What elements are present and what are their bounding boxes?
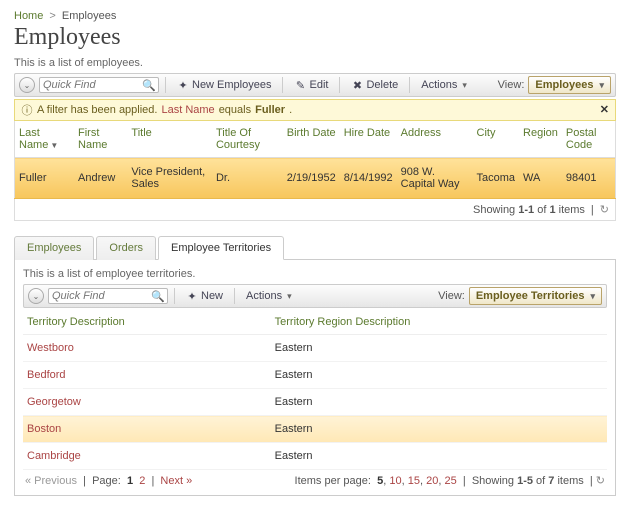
close-icon[interactable]: ✕ xyxy=(600,103,609,116)
pager-next[interactable]: Next » xyxy=(160,475,192,487)
territory-link[interactable]: Westboro xyxy=(23,335,271,362)
ipp-link[interactable]: 25 xyxy=(444,475,456,487)
column-header[interactable]: Hire Date xyxy=(340,121,397,158)
refresh-icon[interactable] xyxy=(600,203,609,216)
tab-employee-territories[interactable]: Employee Territories xyxy=(158,236,284,260)
territory-link[interactable]: Boston xyxy=(23,416,271,443)
column-header[interactable]: Territory Region Description xyxy=(271,310,607,335)
filter-icon: ▼ xyxy=(50,141,58,150)
column-header[interactable]: Postal Code xyxy=(562,121,616,158)
employees-grid: Last Name▼First NameTitleTitle Of Courte… xyxy=(14,121,616,199)
page-description: This is a list of employees. xyxy=(14,57,616,69)
quick-find[interactable]: 🔍 xyxy=(39,77,159,93)
pager-prev: « Previous xyxy=(25,475,77,487)
new-icon: ✦ xyxy=(186,290,198,302)
territory-link[interactable]: Georgetow xyxy=(23,389,271,416)
column-header[interactable]: Title Of Courtesy xyxy=(212,121,283,158)
territory-link[interactable]: Cambridge xyxy=(23,443,271,470)
territories-panel: This is a list of employee territories. … xyxy=(14,260,616,496)
column-header[interactable]: Birth Date xyxy=(283,121,340,158)
column-header[interactable]: Region xyxy=(519,121,562,158)
table-row[interactable]: FullerAndrewVice President, SalesDr.2/19… xyxy=(15,158,616,199)
delete-button[interactable]: ✖ Delete xyxy=(346,77,403,93)
breadcrumb: Home > Employees xyxy=(14,10,616,22)
filter-notice: ⓘ A filter has been applied. Last Name e… xyxy=(14,99,616,121)
table-row[interactable]: WestboroEastern xyxy=(23,335,607,362)
column-header[interactable]: Address xyxy=(397,121,473,158)
edit-button-label: Edit xyxy=(309,79,328,91)
info-icon: ⓘ xyxy=(21,104,33,116)
breadcrumb-home[interactable]: Home xyxy=(14,10,43,22)
edit-button[interactable]: ✎ Edit xyxy=(289,77,333,93)
ipp-link[interactable]: 20 xyxy=(426,475,438,487)
page-title: Employees xyxy=(14,24,616,51)
territory-link[interactable]: Bedford xyxy=(23,362,271,389)
table-row[interactable]: GeorgetowEastern xyxy=(23,389,607,416)
column-header[interactable]: Last Name▼ xyxy=(15,121,75,158)
edit-icon: ✎ xyxy=(294,79,306,91)
page-link: 1 xyxy=(127,475,133,487)
search-icon[interactable]: 🔍 xyxy=(143,79,155,91)
expand-icon[interactable]: ⌄ xyxy=(28,288,44,304)
filter-field: Last Name xyxy=(161,104,214,116)
filter-op: equals xyxy=(219,104,251,116)
new-button-label: New Employees xyxy=(192,79,271,91)
ipp-link[interactable]: 15 xyxy=(408,475,420,487)
territories-pager: « Previous | Page: 1 2 | Next » Items pe… xyxy=(23,470,607,487)
sub-quick-find[interactable]: 🔍 xyxy=(48,288,168,304)
table-row[interactable]: CambridgeEastern xyxy=(23,443,607,470)
refresh-icon[interactable] xyxy=(596,475,605,487)
delete-icon: ✖ xyxy=(351,79,363,91)
ipp-link[interactable]: 10 xyxy=(389,475,401,487)
filter-value: Fuller xyxy=(255,104,285,116)
sub-actions-label: Actions xyxy=(246,290,282,302)
filter-prefix: A filter has been applied. xyxy=(37,104,157,116)
sub-new-label: New xyxy=(201,290,223,302)
detail-tabs: Employees Orders Employee Territories xyxy=(14,235,616,260)
column-header[interactable]: Title xyxy=(127,121,212,158)
territories-grid: Territory DescriptionTerritory Region De… xyxy=(23,310,607,470)
sub-quick-find-input[interactable] xyxy=(52,290,142,302)
sub-view-select[interactable]: Employee Territories xyxy=(469,287,602,305)
view-value: Employees xyxy=(535,79,593,91)
sub-new-button[interactable]: ✦ New xyxy=(181,288,228,304)
breadcrumb-current: Employees xyxy=(62,10,116,22)
sub-description: This is a list of employee territories. xyxy=(23,268,607,280)
new-icon: ✦ xyxy=(177,79,189,91)
tab-employees[interactable]: Employees xyxy=(14,236,94,260)
search-icon[interactable]: 🔍 xyxy=(152,290,164,302)
delete-button-label: Delete xyxy=(366,79,398,91)
ipp-link: 5 xyxy=(377,475,383,487)
sub-view-value: Employee Territories xyxy=(476,290,585,302)
column-header[interactable]: City xyxy=(473,121,520,158)
page-link[interactable]: 2 xyxy=(139,475,145,487)
sub-actions-menu[interactable]: Actions xyxy=(241,288,297,304)
column-header[interactable]: Territory Description xyxy=(23,310,271,335)
table-row[interactable]: BedfordEastern xyxy=(23,362,607,389)
quick-find-input[interactable] xyxy=(43,79,133,91)
employees-pager: Showing 1-1 of 1 items | xyxy=(14,199,616,221)
sub-toolbar: ⌄ 🔍 ✦ New Actions View: Employee Territo… xyxy=(23,284,607,308)
new-button[interactable]: ✦ New Employees xyxy=(172,77,276,93)
actions-menu[interactable]: Actions xyxy=(416,77,472,93)
view-label: View: xyxy=(498,79,525,91)
table-row[interactable]: BostonEastern xyxy=(23,416,607,443)
tab-orders[interactable]: Orders xyxy=(96,236,156,260)
main-toolbar: ⌄ 🔍 ✦ New Employees ✎ Edit ✖ Delete Acti… xyxy=(14,73,616,97)
sub-view-label: View: xyxy=(438,290,465,302)
view-select[interactable]: Employees xyxy=(528,76,611,94)
column-header[interactable]: First Name xyxy=(74,121,127,158)
actions-label: Actions xyxy=(421,79,457,91)
expand-icon[interactable]: ⌄ xyxy=(19,77,35,93)
